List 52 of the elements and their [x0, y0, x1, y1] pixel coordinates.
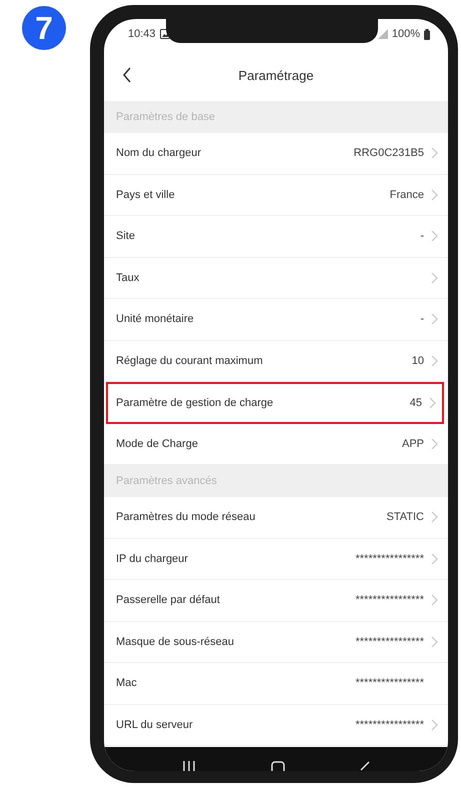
setting-label: Passerelle par défaut — [116, 594, 220, 606]
settings-row[interactable]: Paramètres du mode réseau STATIC — [104, 497, 448, 538]
setting-value: - — [420, 230, 424, 242]
setting-value: **************** — [356, 636, 424, 648]
settings-row[interactable]: Réglage du courant maximum 10 — [104, 340, 448, 382]
back-nav-icon[interactable] — [360, 761, 370, 771]
setting-label: IP du chargeur — [116, 552, 188, 565]
setting-label: Nom du chargeur — [116, 147, 201, 160]
signal-icon — [378, 29, 388, 39]
setting-value: 10 — [412, 354, 424, 367]
setting-value: **************** — [356, 594, 424, 606]
section-header: Paramètres de base — [104, 101, 448, 133]
battery-percent: 100% — [392, 28, 420, 40]
setting-value: - — [420, 313, 424, 326]
setting-label: Réglage du courant maximum — [116, 354, 263, 367]
settings-row[interactable]: Passerelle par défaut **************** — [104, 580, 448, 622]
setting-value: APP — [402, 438, 424, 450]
setting-label: Paramètres du mode réseau — [116, 511, 256, 524]
setting-label: Unité monétaire — [116, 313, 194, 326]
setting-value: STATIC — [386, 511, 424, 524]
setting-label: URL du serveur — [116, 718, 193, 731]
setting-label: Site — [116, 230, 135, 242]
settings-row[interactable]: Pays et ville France — [104, 174, 448, 216]
settings-row[interactable]: Mac **************** — [104, 663, 448, 704]
recent-apps-icon[interactable] — [182, 761, 196, 771]
setting-value: **************** — [356, 718, 424, 731]
setting-value: RRG0C231B5 — [354, 147, 424, 160]
settings-row[interactable]: URL du serveur **************** — [104, 704, 448, 746]
status-time: 10:43 — [128, 28, 156, 40]
settings-row[interactable]: Masque de sous-réseau **************** — [104, 622, 448, 663]
battery-icon — [424, 28, 430, 40]
step-number-badge: 7 — [22, 6, 66, 50]
section-header: Paramètres avancés — [104, 465, 448, 497]
settings-row[interactable]: Taux — [104, 258, 448, 299]
settings-row[interactable]: Unité monétaire - — [104, 299, 448, 340]
settings-row[interactable]: Nom du chargeur RRG0C231B5 — [104, 133, 448, 174]
setting-value: France — [390, 188, 424, 201]
setting-value: **************** — [356, 552, 424, 565]
setting-value: 45 — [410, 396, 422, 409]
setting-label: Mac — [116, 677, 137, 690]
setting-label: Paramètre de gestion de charge — [116, 396, 274, 409]
back-icon[interactable] — [122, 67, 132, 83]
setting-label: Pays et ville — [116, 188, 175, 201]
screen-title: Paramétrage — [238, 68, 314, 82]
setting-label: Taux — [116, 272, 140, 284]
settings-row[interactable]: Paramètre de gestion de charge 45 — [106, 382, 444, 424]
setting-label: Masque de sous-réseau — [116, 636, 234, 648]
settings-row[interactable]: IP du chargeur **************** — [104, 538, 448, 580]
setting-label: Mode de Charge — [116, 438, 198, 450]
settings-row[interactable]: Site - — [104, 216, 448, 258]
home-icon[interactable] — [270, 761, 285, 771]
setting-value: **************** — [356, 677, 424, 690]
